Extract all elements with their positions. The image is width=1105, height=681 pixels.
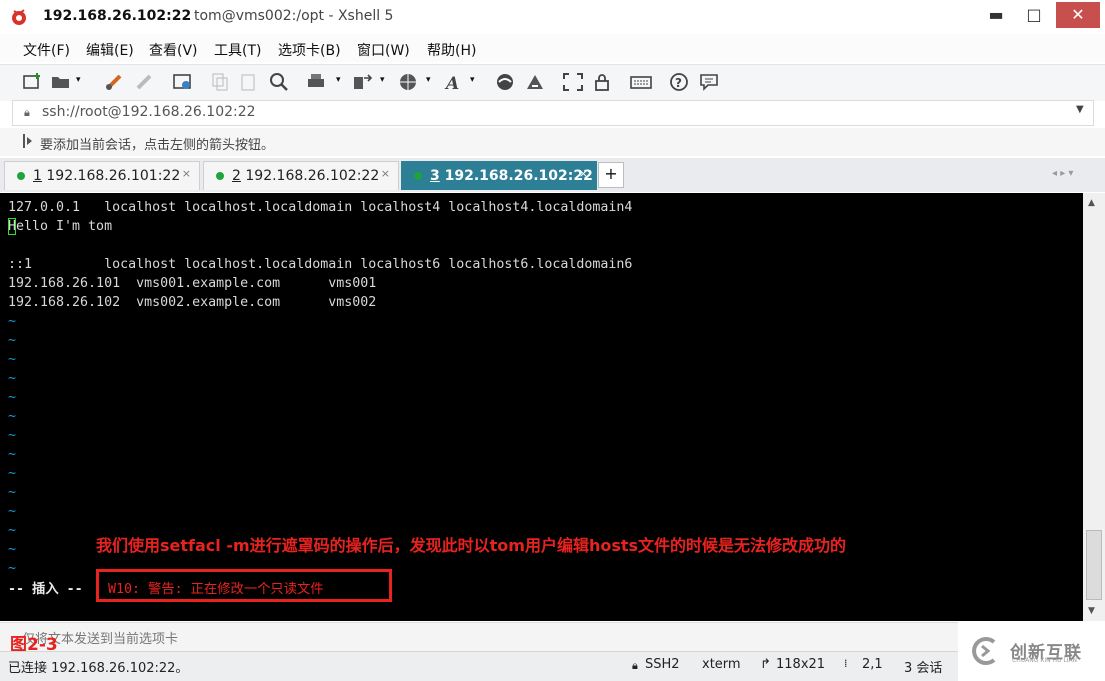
menu-edit[interactable]: 编辑(E) (86, 40, 134, 60)
connected-status-icon (17, 172, 25, 180)
menu-help[interactable]: 帮助(H) (427, 40, 476, 60)
keyboard-icon[interactable] (630, 72, 652, 92)
menu-tools[interactable]: 工具(T) (214, 40, 261, 60)
paste-icon (241, 74, 255, 91)
lock-icon: 🔒︎ (632, 659, 638, 672)
connect-icon[interactable] (104, 72, 126, 92)
open-folder-icon[interactable] (50, 72, 72, 92)
status-size: 118x21 (776, 657, 826, 672)
status-sessions: 3 会话 (904, 661, 943, 676)
chevron-down-icon[interactable]: ▾ (426, 75, 431, 85)
terminal-line: Hello I'm tom (8, 219, 113, 234)
menu-file[interactable]: 文件(F) (23, 40, 70, 60)
scroll-down-icon[interactable]: ▼ (1088, 606, 1095, 616)
vim-empty-line: ~ (8, 485, 17, 500)
terminal-line: 192.168.26.101 vms001.example.com vms001 (8, 276, 377, 291)
title-host: 192.168.26.102:22 (43, 8, 192, 24)
tab-label: 1 192.168.26.101:22 (33, 168, 181, 184)
tab-close-icon[interactable]: × (381, 167, 390, 180)
vim-mode-indicator: -- 插入 -- (8, 582, 83, 597)
vim-empty-line: ~ (8, 314, 17, 329)
tab-close-icon[interactable]: × (579, 167, 588, 180)
toolbar (0, 64, 1105, 101)
menu-tabs[interactable]: 选项卡(B) (278, 40, 341, 60)
vim-empty-line: ~ (8, 390, 17, 405)
vim-empty-line: ~ (8, 523, 17, 538)
fullscreen-icon[interactable] (562, 72, 584, 92)
chevron-down-icon[interactable]: ▾ (470, 75, 475, 85)
svg-text:?: ? (675, 76, 682, 90)
close-button[interactable]: ✕ (1056, 2, 1100, 28)
menu-view[interactable]: 查看(V) (149, 40, 198, 60)
transfer-icon[interactable] (352, 72, 374, 92)
chevron-down-icon[interactable]: ▼ (1076, 104, 1084, 115)
disconnect-icon (136, 74, 152, 90)
tab-session-1[interactable]: 1 192.168.26.101:22 × (4, 161, 200, 190)
tab-label: 3 192.168.26.102:22 (430, 168, 593, 184)
bookmark-arrow-icon[interactable] (22, 133, 34, 149)
print-icon[interactable] (306, 72, 328, 92)
terminal-line: 192.168.26.102 vms002.example.com vms002 (8, 295, 377, 310)
maximize-button[interactable]: □ (1016, 2, 1052, 28)
menu-window[interactable]: 窗口(W) (357, 40, 410, 60)
terminal-cursor (8, 218, 16, 235)
chevron-down-icon[interactable]: ▾ (380, 75, 385, 85)
readonly-warning: W10: 警告: 正在修改一个只读文件 (108, 582, 324, 597)
connected-status-icon (414, 172, 422, 180)
lock-icon: 🔒︎ (24, 106, 30, 119)
vim-empty-line: ~ (8, 561, 17, 576)
new-session-icon[interactable] (22, 72, 44, 92)
vim-empty-line: ~ (8, 352, 17, 367)
find-icon[interactable] (268, 72, 290, 92)
copy-icon (212, 73, 228, 91)
watermark-logo (972, 637, 996, 665)
terminal-line: 127.0.0.1 localhost localhost.localdomai… (8, 200, 633, 215)
xmanager-icon[interactable] (524, 72, 546, 92)
status-protocol: SSH2 (645, 657, 680, 672)
help-icon[interactable]: ? (668, 72, 690, 92)
tab-session-2[interactable]: 2 192.168.26.102:22 × (203, 161, 399, 190)
tab-session-3[interactable]: 3 192.168.26.102:22 × (401, 161, 597, 190)
vim-empty-line: ~ (8, 504, 17, 519)
terminal-line: ::1 localhost localhost.localdomain loca… (8, 257, 633, 272)
tab-nav-arrows[interactable]: ◂ ▸ ▾ (1052, 168, 1073, 179)
globe-icon[interactable] (398, 72, 420, 92)
properties-icon[interactable] (172, 72, 194, 92)
cursor-position-icon: ⁞ (844, 657, 848, 670)
minimize-button[interactable]: ▬ (978, 2, 1014, 28)
watermark-subtext: CHUANG XIN HU LIAN (1012, 657, 1078, 664)
tab-label: 2 192.168.26.102:22 (232, 168, 380, 184)
scroll-up-icon[interactable]: ▲ (1088, 198, 1095, 208)
annotation-text: 我们使用setfacl -m进行遮罩码的操作后，发现此时以tom用户编辑host… (96, 536, 847, 555)
vim-empty-line: ~ (8, 466, 17, 481)
vim-empty-line: ~ (8, 447, 17, 462)
title-text: tom@vms002:/opt - Xshell 5 (194, 8, 394, 24)
vim-empty-line: ~ (8, 333, 17, 348)
vim-empty-line: ~ (8, 371, 17, 386)
status-connection: 已连接 192.168.26.102:22。 (8, 661, 189, 676)
chat-icon[interactable] (698, 72, 720, 92)
add-tab-button[interactable]: + (598, 162, 624, 188)
status-terminal-type: xterm (702, 657, 741, 672)
xftp-icon[interactable] (494, 72, 516, 92)
tab-close-icon[interactable]: × (182, 167, 191, 180)
info-text: 要添加当前会话，点击左侧的箭头按钮。 (40, 138, 275, 153)
chevron-down-icon[interactable]: ▾ (76, 75, 81, 85)
svg-text:A: A (444, 74, 459, 92)
vim-empty-line: ~ (8, 542, 17, 557)
scroll-thumb[interactable] (1086, 530, 1102, 600)
chevron-down-icon[interactable]: ▾ (336, 75, 341, 85)
connected-status-icon (216, 172, 224, 180)
lock-icon[interactable] (592, 72, 614, 92)
address-input[interactable]: ssh://root@192.168.26.102:22 (42, 104, 256, 120)
resize-icon: ↱ (760, 657, 771, 672)
vim-empty-line: ~ (8, 428, 17, 443)
xshell-app-icon[interactable] (10, 8, 28, 26)
font-icon[interactable]: A (444, 72, 466, 92)
status-position: 2,1 (862, 657, 883, 672)
vim-empty-line: ~ (8, 409, 17, 424)
